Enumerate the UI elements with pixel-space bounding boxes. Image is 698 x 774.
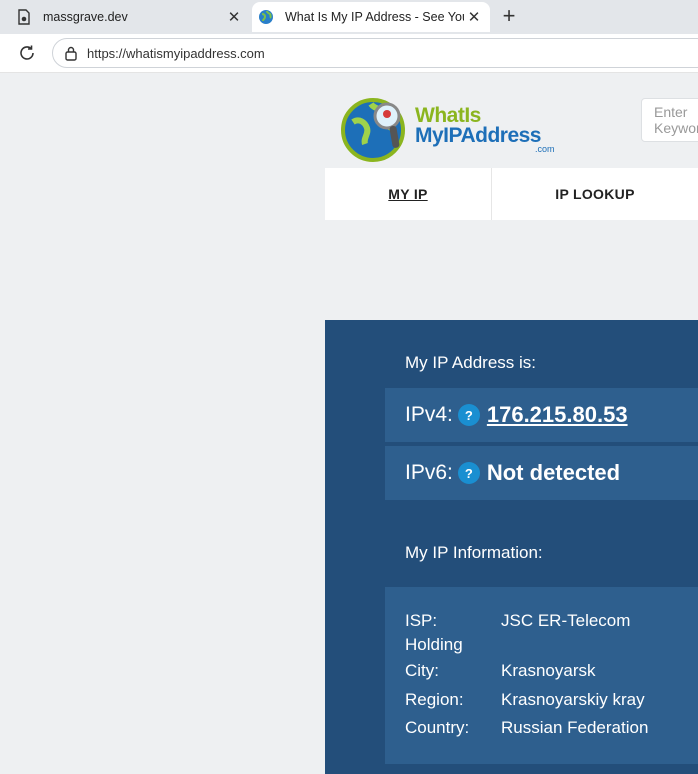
isp-value: JSC ER-Telecom (501, 611, 631, 630)
ip-info-heading: My IP Information: (405, 543, 543, 562)
tab-title: massgrave.dev (43, 10, 128, 24)
site-header: WhatIs MyIPAddress .com Enter Keyword (325, 74, 698, 168)
tab-title: What Is My IP Address - See Your (285, 10, 464, 24)
nav-item-my-ip[interactable]: MY IP (325, 168, 492, 220)
ipv4-address-link[interactable]: 176.215.80.53 (487, 402, 628, 428)
new-tab-button[interactable]: + (496, 3, 522, 29)
isp-value-cont: Holding (405, 635, 463, 654)
ipv6-value: Not detected (486, 460, 621, 485)
ip-info-box: ISP: JSC ER-Telecom Holding City: Krasnoy… (385, 587, 698, 764)
city-value: Krasnoyarsk (501, 661, 596, 680)
ipv6-label: IPv6: (405, 461, 453, 484)
ipv6-row: IPv6: ? Not detected (385, 446, 698, 500)
browser-toolbar: https://whatismyipaddress.com (0, 34, 698, 73)
isp-row: ISP: JSC ER-Telecom Holding (405, 609, 685, 657)
close-icon[interactable]: ✕ (464, 7, 484, 27)
ipv4-label: IPv4: (405, 403, 453, 426)
reload-icon[interactable] (16, 42, 38, 64)
url-text[interactable]: https://whatismyipaddress.com (87, 46, 265, 61)
tab-whatismyip[interactable]: What Is My IP Address - See Your ✕ (252, 2, 490, 32)
tab-massgrave[interactable]: massgrave.dev ✕ (0, 2, 250, 32)
tab-strip: massgrave.dev ✕ What Is My IP Address - … (0, 0, 698, 34)
close-icon[interactable]: ✕ (224, 7, 244, 27)
site-logo[interactable]: WhatIs MyIPAddress .com (341, 92, 555, 164)
help-icon[interactable]: ? (457, 404, 480, 426)
document-icon (16, 9, 32, 25)
country-label: Country: (405, 718, 470, 737)
logo-wordmark: WhatIs MyIPAddress (415, 104, 542, 147)
region-value: Krasnoyarskiy kray (501, 690, 645, 709)
city-label: City: (405, 661, 439, 680)
main-nav: MY IP IP LOOKUP (325, 168, 698, 220)
country-value: Russian Federation (501, 718, 649, 737)
help-icon[interactable]: ? (457, 462, 480, 484)
search-input[interactable]: Enter Keyword (641, 98, 698, 142)
isp-label: ISP: (405, 611, 438, 630)
address-bar[interactable]: https://whatismyipaddress.com (52, 38, 698, 68)
ip-heading: My IP Address is: (405, 353, 537, 372)
globe-icon (258, 9, 274, 25)
logo-suffix: .com (535, 144, 555, 154)
ipv4-row: IPv4: ? 176.215.80.53 (385, 388, 698, 442)
nav-item-ip-lookup[interactable]: IP LOOKUP (492, 168, 698, 220)
region-label: Region: (405, 690, 464, 709)
lock-icon[interactable] (63, 45, 79, 61)
globe-magnifier-icon (341, 98, 405, 162)
ip-panel: My IP Address is: IPv4: ? 176.215.80.53 … (325, 320, 698, 774)
